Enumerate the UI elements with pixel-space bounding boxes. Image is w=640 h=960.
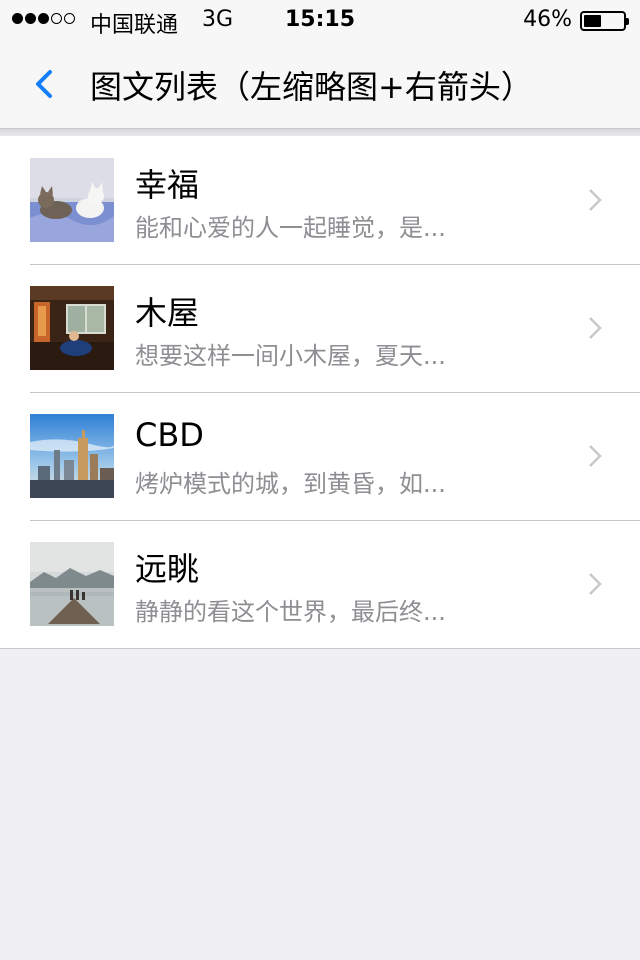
image-text-list: 幸福 能和心爱的人一起睡觉，是... 木屋 想要这样一间小木屋，夏天... CB… [0,136,640,649]
row-separator [30,264,640,265]
list-item-title: CBD [135,416,204,454]
list-item-subtitle: 能和心爱的人一起睡觉，是... [135,214,446,242]
battery-icon [580,11,629,31]
battery-level [584,15,602,27]
list-item[interactable]: CBD 烤炉模式的城，到黄昏，如... [0,392,640,520]
list-item-subtitle: 想要这样一间小木屋，夏天... [135,342,446,370]
chevron-right-icon [589,573,602,595]
list-item-title: 木屋 [135,294,200,332]
chevron-right-icon [589,445,602,467]
thumbnail-city-image [30,414,114,498]
battery-percent: 46% [523,7,572,32]
list-item[interactable]: 幸福 能和心爱的人一起睡觉，是... [0,136,640,264]
chevron-right-icon [589,317,602,339]
list-item-subtitle: 静静的看这个世界，最后终... [135,598,446,626]
thumbnail-cats-image [30,158,114,242]
row-separator [30,520,640,521]
list-item-subtitle: 烤炉模式的城，到黄昏，如... [135,470,446,498]
thumbnail-lake-image [30,542,114,626]
status-bar: 中国联通 3G 15:15 46% [0,0,640,40]
chevron-right-icon [589,189,602,211]
row-separator [30,392,640,393]
navigation-bar: 图文列表（左缩略图+右箭头） [0,40,640,129]
chevron-left-icon[interactable] [30,64,60,104]
list-item-title: 幸福 [135,166,200,204]
thumbnail-cabin-image [30,286,114,370]
page-title: 图文列表（左缩略图+右箭头） [90,68,533,106]
list-item[interactable]: 远眺 静静的看这个世界，最后终... [0,520,640,648]
list-item[interactable]: 木屋 想要这样一间小木屋，夏天... [0,264,640,392]
list-item-title: 远眺 [135,550,200,588]
